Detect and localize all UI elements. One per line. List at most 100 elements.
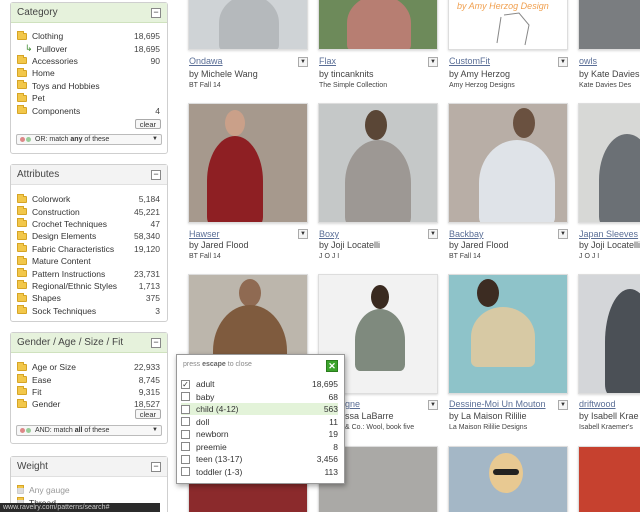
pattern-menu-button[interactable]: ▼ [298, 57, 308, 67]
checkbox[interactable] [181, 392, 190, 402]
pattern-designer[interactable]: by tincanknits [319, 69, 374, 79]
weight-header[interactable]: Weight − [11, 457, 167, 477]
attribute-item[interactable]: Construction 45,221 [11, 205, 167, 217]
attribute-item[interactable]: Design Elements 58,340 [11, 230, 167, 242]
pattern-source[interactable]: & Co.: Wool, book five [345, 424, 414, 431]
pattern-thumbnail-row4-3[interactable] [448, 446, 568, 512]
age-option-preemie[interactable]: preemie 8 [181, 441, 338, 453]
age-option-newborn[interactable]: newborn 19 [181, 428, 338, 440]
pattern-title[interactable]: driftwood [579, 399, 616, 409]
gender-header[interactable]: Gender / Age / Size / Fit − [11, 333, 167, 353]
collapse-button[interactable]: − [151, 169, 161, 180]
attribute-item[interactable]: Pattern Instructions 23,731 [11, 267, 167, 279]
category-item-pullover[interactable]: ↳ Pullover 18,695 [11, 42, 167, 54]
match-mode-select[interactable]: OR: match any of these ▼ [16, 134, 162, 145]
pattern-title[interactable]: Japan Sleeves [579, 229, 638, 239]
pattern-designer[interactable]: by Michele Wang [189, 69, 258, 79]
pattern-thumbnail-flax[interactable] [318, 0, 438, 50]
pattern-menu-button[interactable]: ▼ [558, 57, 568, 67]
clear-button[interactable]: clear [134, 409, 161, 419]
attribute-item[interactable]: Regional/Ethnic Styles 1,713 [11, 280, 167, 292]
pattern-title[interactable]: gne [345, 399, 360, 409]
pattern-thumbnail-driftwood[interactable] [578, 274, 640, 394]
collapse-button[interactable]: − [151, 337, 161, 348]
pattern-menu-button[interactable]: ▼ [298, 229, 308, 239]
pattern-title[interactable]: Hawser [189, 229, 220, 239]
pattern-menu-button[interactable]: ▼ [428, 57, 438, 67]
weight-option[interactable]: Any gauge [11, 484, 167, 496]
category-item-toys[interactable]: Toys and Hobbies [11, 80, 167, 92]
pattern-designer[interactable]: by La Maison Rililie [449, 411, 527, 421]
pattern-source[interactable]: J O J I [319, 253, 339, 260]
pattern-thumbnail-japan-sleeves[interactable] [578, 103, 640, 223]
checkbox[interactable] [181, 467, 190, 477]
attribute-item[interactable]: Mature Content [11, 255, 167, 267]
pattern-source[interactable]: The Simple Collection [319, 82, 387, 89]
pattern-thumbnail-ondawa[interactable] [188, 0, 308, 50]
checkbox[interactable] [17, 484, 24, 494]
age-option-child[interactable]: child (4-12) 563 [181, 403, 338, 416]
pattern-menu-button[interactable]: ▼ [428, 400, 438, 410]
pattern-thumbnail-backbay[interactable] [448, 103, 568, 223]
category-item-pet[interactable]: Pet [11, 92, 167, 104]
pattern-source[interactable]: Kate Davies Des [579, 82, 631, 89]
pattern-source[interactable]: BT Fall 14 [189, 82, 221, 89]
checkbox[interactable] [181, 417, 190, 427]
category-item-clothing[interactable]: Clothing 18,695 [11, 30, 167, 42]
attribute-item[interactable]: Sock Techniques 3 [11, 305, 167, 317]
pattern-source[interactable]: La Maison Rililie Designs [449, 424, 527, 431]
pattern-thumbnail-dessine-moi[interactable] [448, 274, 568, 394]
checkbox[interactable] [181, 429, 190, 439]
gender-item[interactable]: Fit 9,315 [11, 386, 167, 398]
pattern-source[interactable]: Amy Herzog Designs [449, 82, 515, 89]
checkbox[interactable] [181, 454, 190, 464]
checkbox[interactable] [181, 404, 190, 414]
category-item-accessories[interactable]: Accessories 90 [11, 55, 167, 67]
pattern-source[interactable]: Isabell Kraemer's [579, 424, 633, 431]
category-item-home[interactable]: Home [11, 67, 167, 79]
pattern-thumbnail-boxy[interactable] [318, 103, 438, 223]
pattern-title[interactable]: Dessine-Moi Un Mouton [449, 399, 546, 409]
age-option-toddler[interactable]: toddler (1-3) 113 [181, 466, 338, 478]
age-option-baby[interactable]: baby 68 [181, 391, 338, 403]
pattern-source[interactable]: J O J I [579, 253, 599, 260]
pattern-designer[interactable]: by Joji Locatelli [319, 240, 380, 250]
attribute-item[interactable]: Shapes 375 [11, 292, 167, 304]
pattern-title[interactable]: Backbay [449, 229, 484, 239]
pattern-title[interactable]: Flax [319, 56, 336, 66]
age-option-adult[interactable]: ✓ adult 18,695 [181, 378, 338, 390]
match-mode-select[interactable]: AND: match all of these ▼ [16, 425, 162, 436]
gender-item[interactable]: Age or Size 22,933 [11, 361, 167, 373]
pattern-source[interactable]: BT Fall 14 [449, 253, 481, 260]
attribute-item[interactable]: Crochet Techniques 47 [11, 218, 167, 230]
attribute-item[interactable]: Fabric Characteristics 19,120 [11, 243, 167, 255]
age-option-teen[interactable]: teen (13-17) 3,456 [181, 453, 338, 465]
pattern-designer[interactable]: by Joji Locatelli [579, 240, 640, 250]
pattern-thumbnail-row4-4[interactable] [578, 446, 640, 512]
checkbox-checked[interactable]: ✓ [181, 379, 190, 389]
age-option-doll[interactable]: doll 11 [181, 416, 338, 428]
pattern-designer[interactable]: by Amy Herzog [449, 69, 510, 79]
pattern-thumbnail-hawser[interactable] [188, 103, 308, 223]
pattern-menu-button[interactable]: ▼ [428, 229, 438, 239]
pattern-source[interactable]: BT Fall 14 [189, 253, 221, 260]
pattern-title[interactable]: Ondawa [189, 56, 223, 66]
attributes-header[interactable]: Attributes − [11, 165, 167, 185]
close-icon[interactable]: ✕ [326, 360, 338, 372]
category-header[interactable]: Category − [11, 3, 167, 23]
pattern-thumbnail-owls[interactable] [578, 0, 640, 50]
gender-item[interactable]: Ease 8,745 [11, 373, 167, 385]
attribute-item[interactable]: Colorwork 5,184 [11, 193, 167, 205]
category-item-components[interactable]: Components 4 [11, 104, 167, 116]
pattern-designer[interactable]: by Jared Flood [189, 240, 249, 250]
pattern-menu-button[interactable]: ▼ [558, 400, 568, 410]
pattern-title[interactable]: owls [579, 56, 597, 66]
pattern-title[interactable]: CustomFit [449, 56, 490, 66]
pattern-designer[interactable]: by Kate Davies [579, 69, 640, 79]
collapse-button[interactable]: − [151, 461, 161, 472]
pattern-thumbnail-customfit[interactable]: by Amy Herzog Design [448, 0, 568, 50]
pattern-designer[interactable]: ssa LaBarre [345, 411, 394, 421]
pattern-title[interactable]: Boxy [319, 229, 339, 239]
pattern-designer[interactable]: by Isabell Krae [579, 411, 639, 421]
pattern-designer[interactable]: by Jared Flood [449, 240, 509, 250]
